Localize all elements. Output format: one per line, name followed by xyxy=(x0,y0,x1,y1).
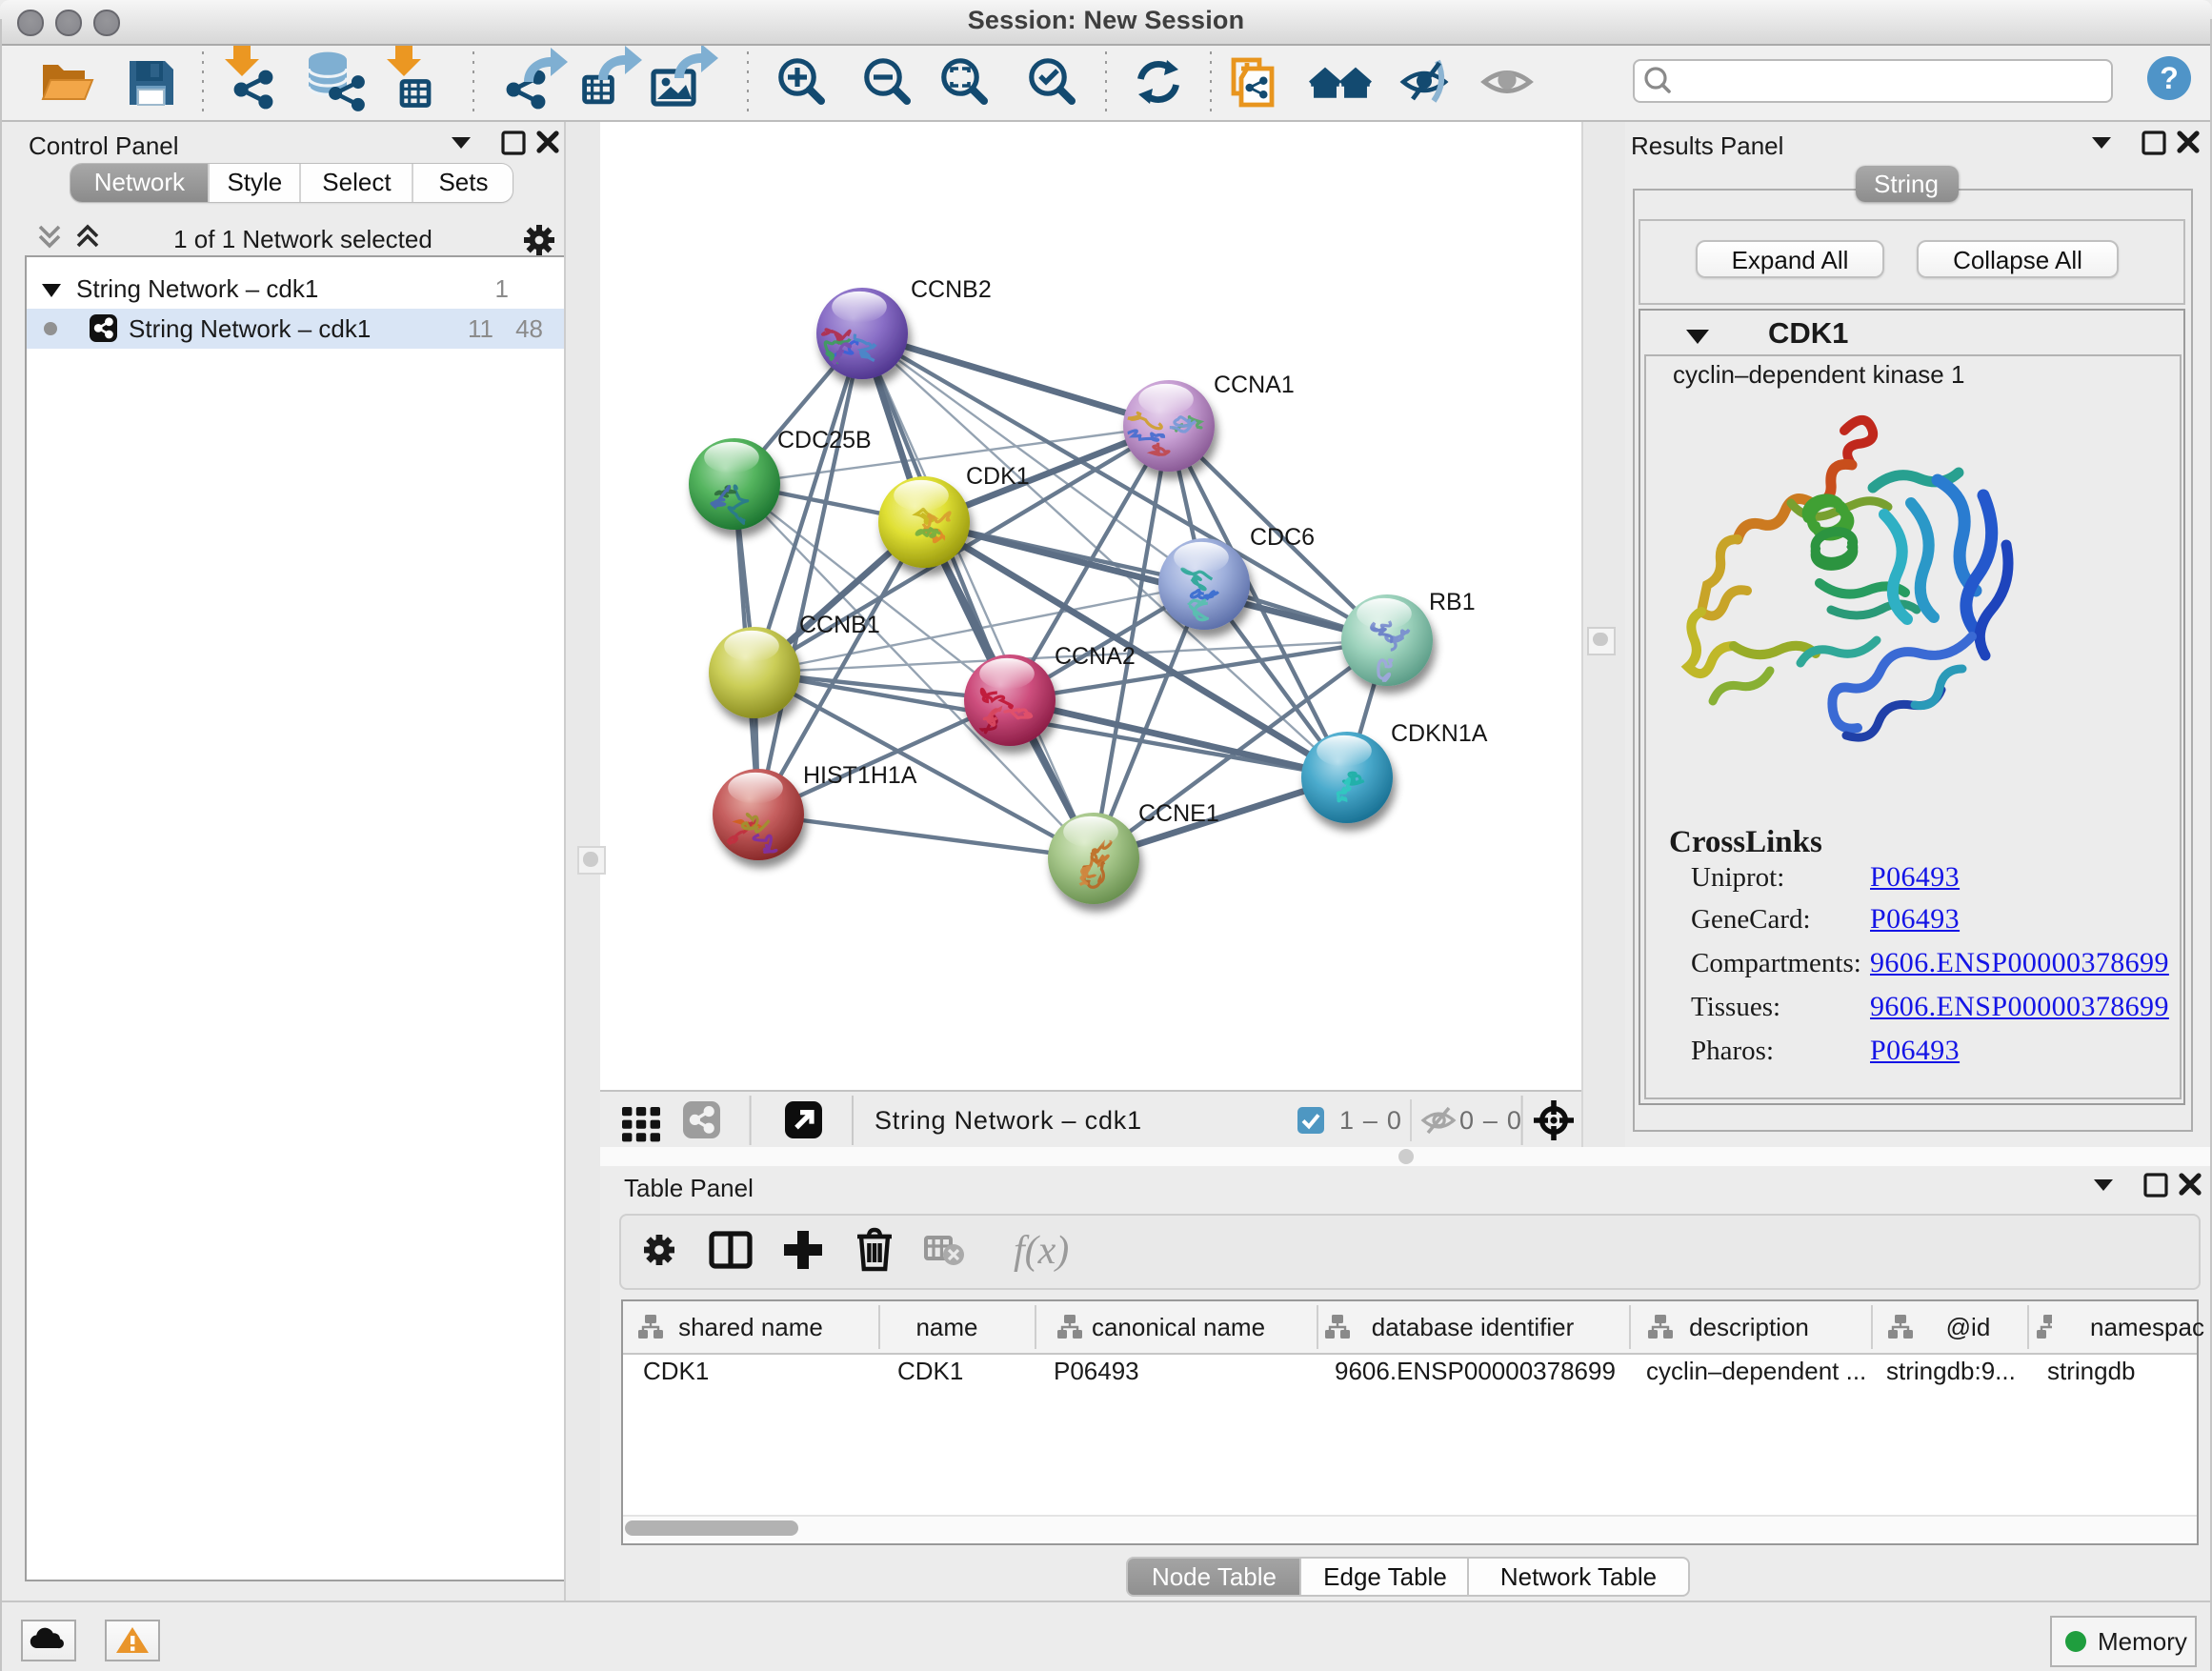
svg-text:RB1: RB1 xyxy=(1428,588,1475,614)
svg-text:0 – 0: 0 – 0 xyxy=(1458,1105,1521,1134)
svg-text:1 – 0: 1 – 0 xyxy=(1338,1105,1401,1134)
svg-text:CDC6: CDC6 xyxy=(1249,523,1314,550)
svg-text:CCNA2: CCNA2 xyxy=(1054,642,1135,669)
svg-text:String Network – cdk1: String Network – cdk1 xyxy=(874,1105,1141,1134)
svg-text:HIST1H1A: HIST1H1A xyxy=(802,761,916,788)
svg-text:CCNE1: CCNE1 xyxy=(1137,799,1218,826)
svg-text:CDK1: CDK1 xyxy=(965,462,1029,489)
svg-text:?: ? xyxy=(2160,60,2179,94)
svg-text:CCNB1: CCNB1 xyxy=(798,611,879,637)
svg-text:CCNA1: CCNA1 xyxy=(1213,371,1294,397)
svg-text:CCNB2: CCNB2 xyxy=(910,275,991,302)
svg-text:CDKN1A: CDKN1A xyxy=(1390,719,1487,746)
svg-text:CDC25B: CDC25B xyxy=(776,426,871,453)
svg-text:f(x): f(x) xyxy=(1013,1229,1068,1273)
